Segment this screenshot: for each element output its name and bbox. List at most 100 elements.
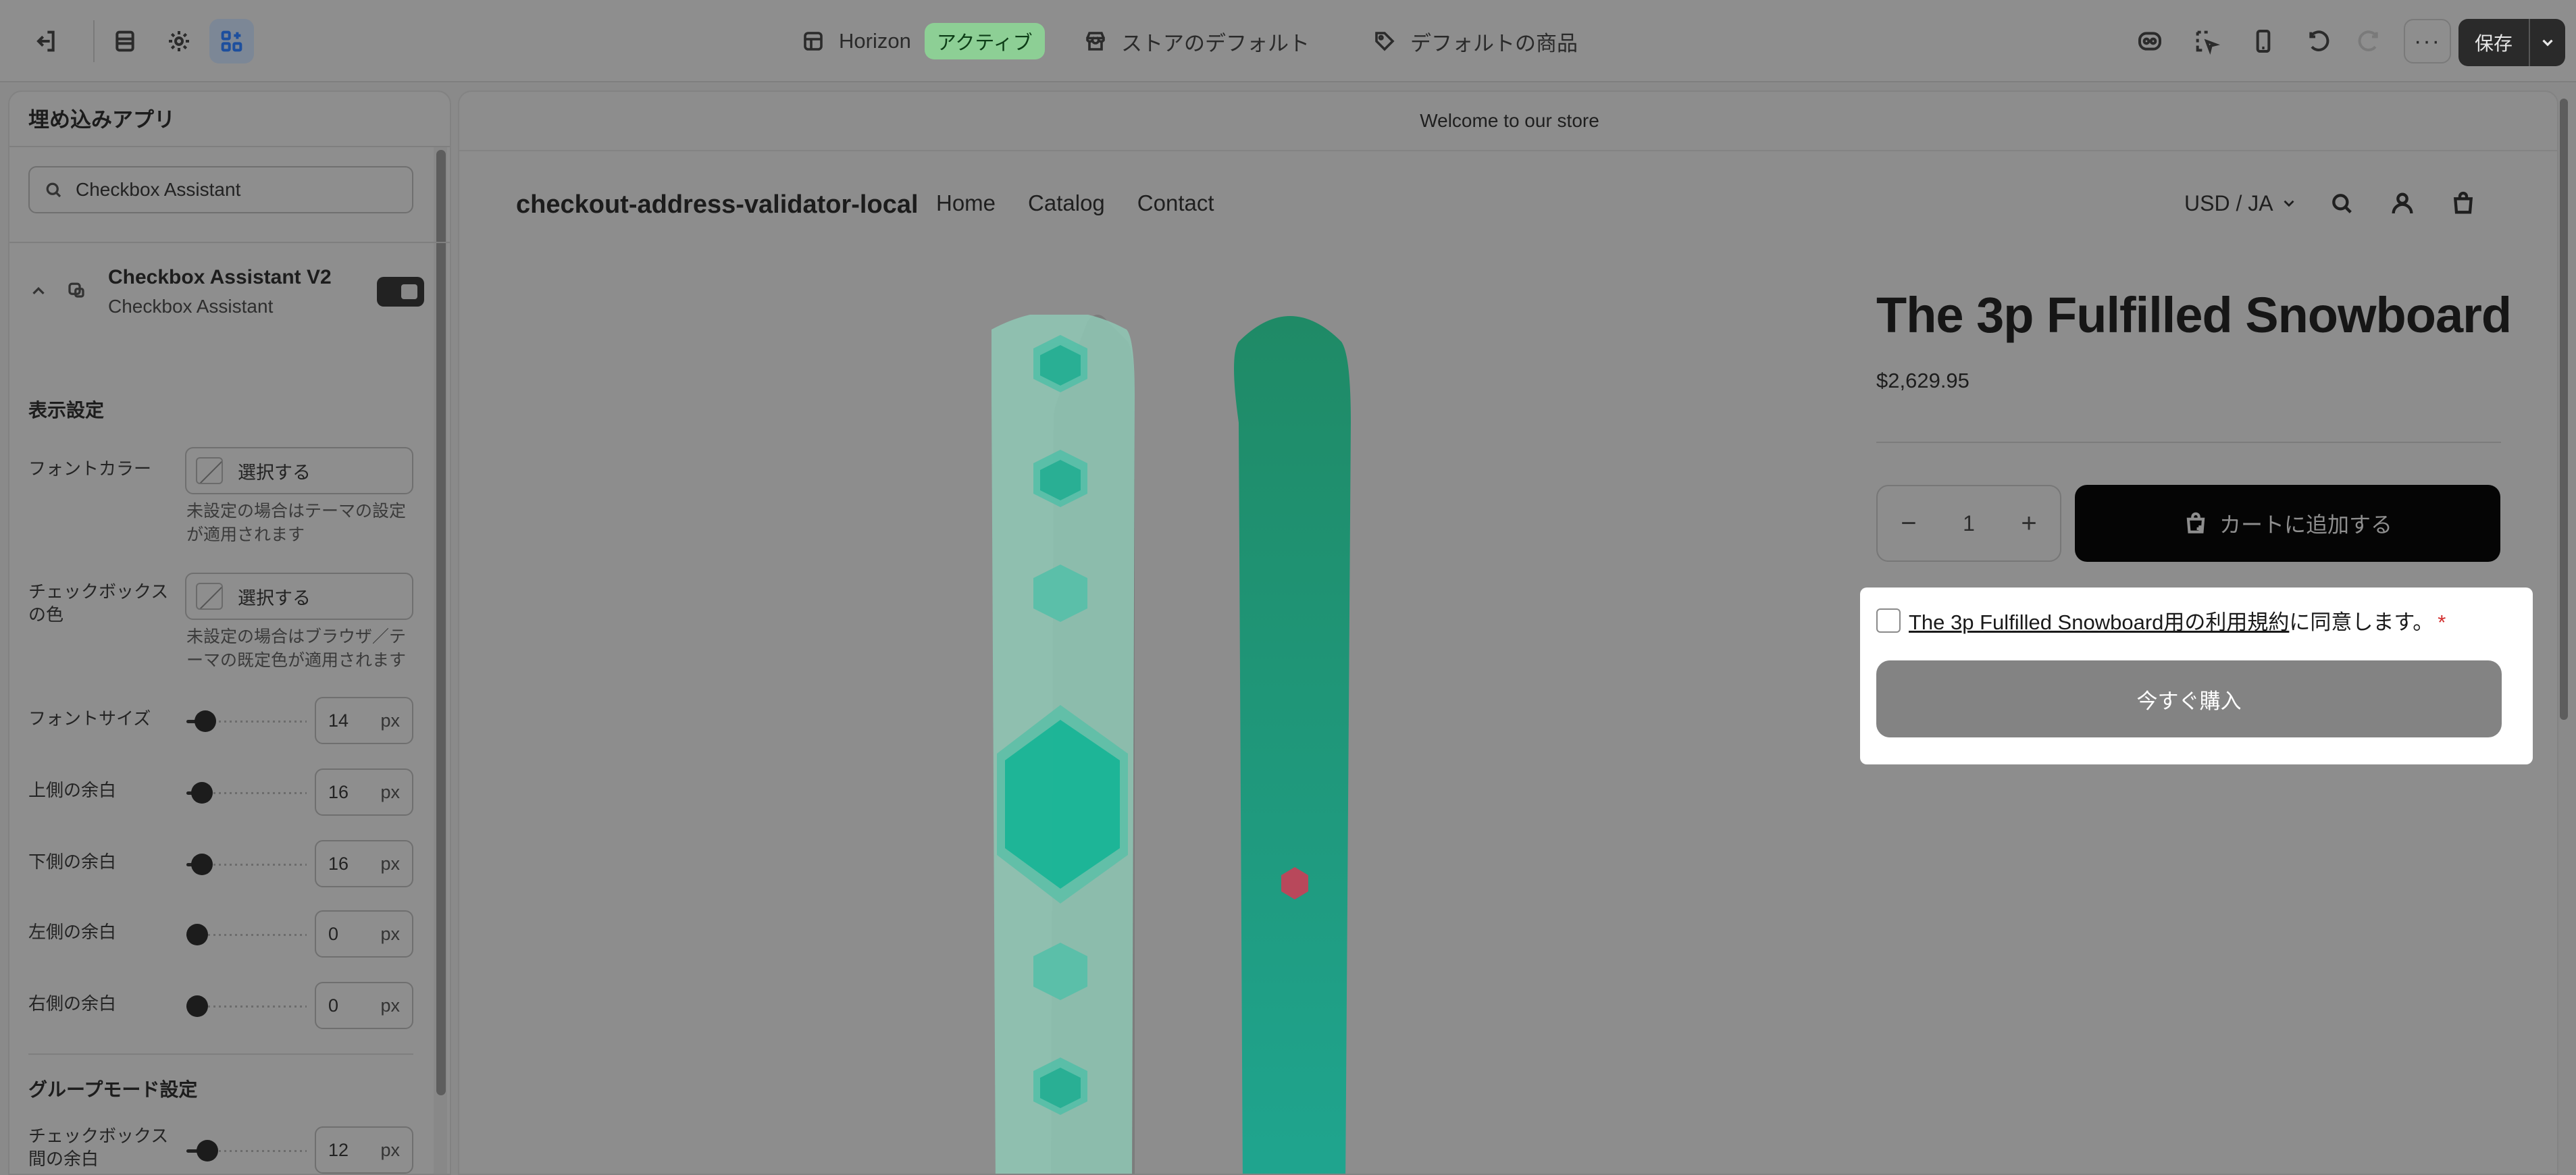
store-default-selector[interactable]: ストアのデフォルト xyxy=(1083,20,1310,62)
store-logo-text[interactable]: checkout-address-validator-local xyxy=(516,190,919,219)
divider xyxy=(1876,442,2501,443)
gear-icon[interactable] xyxy=(157,19,201,63)
save-label: 保存 xyxy=(2474,33,2513,54)
plus-icon[interactable]: + xyxy=(2021,508,2036,539)
bottom-margin-label: 下側の余白 xyxy=(28,852,117,872)
board-front xyxy=(1234,316,1351,1174)
slider-handle[interactable] xyxy=(197,1140,218,1161)
minus-icon[interactable]: − xyxy=(1901,508,1916,539)
checkbox-color-picker[interactable]: 選択する xyxy=(185,573,413,620)
slider-handle[interactable] xyxy=(195,710,216,732)
checkbox-block: The 3p Fulfilled Snowboard用の利用規約に同意します。 *… xyxy=(1860,588,2533,764)
slider-handle[interactable] xyxy=(191,782,213,804)
bottom-margin-slider[interactable] xyxy=(186,851,307,878)
nav-link-contact[interactable]: Contact xyxy=(1137,190,1214,216)
account-icon[interactable] xyxy=(2386,186,2419,220)
app-block-icon xyxy=(66,280,91,304)
sections-icon[interactable] xyxy=(103,19,147,63)
right-margin-label: 右側の余白 xyxy=(28,993,117,1014)
inspector-icon[interactable] xyxy=(2128,19,2172,63)
app-embed-item: Checkbox Assistant V2 Checkbox Assistant xyxy=(28,261,434,335)
left-margin-value: 0 xyxy=(328,923,339,944)
app-subtitle: Checkbox Assistant xyxy=(108,296,274,317)
search-icon[interactable] xyxy=(2325,186,2359,220)
layout-icon xyxy=(804,32,823,51)
unit-label: px xyxy=(380,923,400,944)
product-price: $2,629.95 xyxy=(1876,369,1969,392)
storefront-preview: Welcome to our store checkout-address-va… xyxy=(458,90,2558,1175)
font-size-input[interactable]: 14 px xyxy=(315,697,413,744)
font-size-slider[interactable] xyxy=(186,708,307,735)
left-margin-slider[interactable] xyxy=(186,921,307,948)
theme-name: Horizon xyxy=(839,29,911,53)
bottom-margin-value: 16 xyxy=(328,853,349,874)
undo-icon[interactable] xyxy=(2296,19,2341,63)
nav-link-home[interactable]: Home xyxy=(936,190,996,216)
preview-scrollbar[interactable] xyxy=(2560,90,2569,1175)
preview-scrollbar-thumb[interactable] xyxy=(2560,99,2568,720)
collapse-button[interactable] xyxy=(28,281,49,301)
exit-icon[interactable] xyxy=(23,19,68,63)
checkbox-color-button-label: 選択する xyxy=(238,588,311,608)
redo-icon[interactable] xyxy=(2346,19,2391,63)
left-margin-input[interactable]: 0 px xyxy=(315,910,413,958)
panel-scrollbar-thumb[interactable] xyxy=(436,150,446,1095)
quantity-value: 1 xyxy=(1963,511,1975,536)
display-settings-heading: 表示設定 xyxy=(28,400,105,421)
cart-add-icon xyxy=(2186,512,2205,533)
app-embeds-panel: 埋め込みアプリ Checkbox Assistant Checkbox Assi… xyxy=(8,90,451,1175)
status-badge: アクティブ xyxy=(924,23,1045,59)
terms-link[interactable]: The 3p Fulfilled Snowboard用の利用規約 xyxy=(1909,610,2289,634)
currency-selector[interactable]: USD / JA xyxy=(2184,191,2298,216)
mobile-preview-icon[interactable] xyxy=(2241,19,2286,63)
checkbox-spacing-input[interactable]: 12 px xyxy=(315,1126,413,1174)
font-color-picker[interactable]: 選択する xyxy=(185,447,413,494)
terms-suffix: に同意します。 xyxy=(2289,610,2434,634)
search-input[interactable]: Checkbox Assistant xyxy=(28,166,413,213)
empty-swatch-icon xyxy=(196,457,223,484)
nav-link-catalog[interactable]: Catalog xyxy=(1028,190,1105,216)
quantity-stepper[interactable]: − 1 + xyxy=(1876,485,2061,562)
search-value: Checkbox Assistant xyxy=(76,179,241,200)
terms-agreement: The 3p Fulfilled Snowboard用の利用規約に同意します。 * xyxy=(1876,605,2446,635)
slider-handle[interactable] xyxy=(186,995,208,1017)
top-margin-slider[interactable] xyxy=(186,779,307,806)
more-options-button[interactable]: ··· xyxy=(2404,19,2451,63)
terms-checkbox[interactable] xyxy=(1876,608,1901,633)
font-size-label: フォントサイズ xyxy=(28,708,151,729)
save-button[interactable]: 保存 xyxy=(2458,19,2565,66)
right-margin-input[interactable]: 0 px xyxy=(315,982,413,1029)
cart-icon[interactable] xyxy=(2446,186,2480,220)
product-selector[interactable]: デフォルトの商品 xyxy=(1372,20,1578,62)
tag-icon xyxy=(1375,32,1395,51)
chevron-down-icon xyxy=(2542,39,2553,47)
app-enable-toggle[interactable] xyxy=(377,277,424,307)
top-margin-label: 上側の余白 xyxy=(28,780,117,800)
select-element-icon[interactable] xyxy=(2184,19,2229,63)
unit-label: px xyxy=(380,710,400,731)
add-to-cart-button[interactable]: カートに追加する xyxy=(2075,485,2500,562)
checkbox-color-hint: 未設定の場合はブラウザ／テーマの既定色が適用されます xyxy=(186,627,407,670)
slider-handle[interactable] xyxy=(191,854,213,875)
chevron-down-icon xyxy=(2284,200,2294,207)
font-color-label: フォントカラー xyxy=(28,459,152,479)
theme-selector[interactable]: Horizon アクティブ xyxy=(801,20,1045,62)
slider-handle[interactable] xyxy=(186,924,208,945)
right-margin-value: 0 xyxy=(328,995,339,1016)
buy-now-button[interactable]: 今すぐ購入 xyxy=(1876,660,2502,737)
currency-label: USD / JA xyxy=(2184,190,2273,215)
divider xyxy=(9,146,450,147)
checkbox-spacing-slider[interactable] xyxy=(186,1137,307,1164)
top-margin-input[interactable]: 16 px xyxy=(315,768,413,816)
announcement-bar: Welcome to our store xyxy=(459,92,2557,151)
product-title: The 3p Fulfilled Snowboard xyxy=(1876,287,2512,343)
editor-topbar: Horizon アクティブ ストアのデフォルト デフォルトの商品 ··· 保存 xyxy=(0,0,2576,82)
font-color-hint: 未設定の場合はテーマの設定が適用されます xyxy=(186,502,407,544)
unit-label: px xyxy=(380,781,400,802)
checkbox-color-label: チェックボックスの色 xyxy=(28,581,169,625)
add-to-cart-label: カートに追加する xyxy=(2219,513,2392,537)
bottom-margin-input[interactable]: 16 px xyxy=(315,840,413,887)
right-margin-slider[interactable] xyxy=(186,993,307,1020)
apps-icon[interactable] xyxy=(209,19,254,63)
save-options-button[interactable] xyxy=(2530,34,2565,51)
